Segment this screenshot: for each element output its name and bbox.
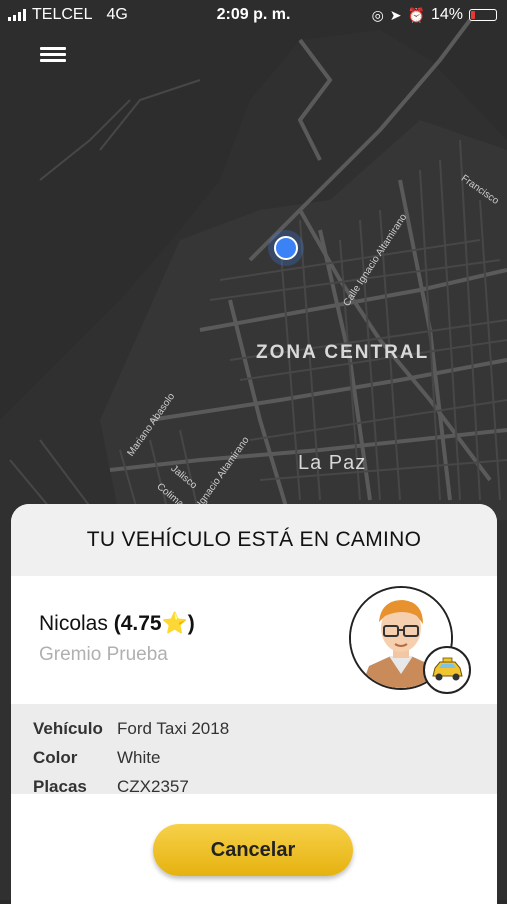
cancel-button[interactable]: Cancelar [153, 824, 353, 876]
status-bar: TELCEL 4G 2:09 p. m. ◎ ➤ ⏰ 14% [0, 0, 507, 30]
plates-value: CZX2357 [117, 776, 189, 796]
vehicle-details: Vehículo Ford Taxi 2018 Color White Plac… [11, 704, 497, 796]
color-row: Color White [33, 743, 497, 772]
hamburger-menu-icon[interactable] [40, 44, 70, 68]
driver-organization: Gremio Prueba [39, 644, 168, 665]
map-label-zone: ZONA CENTRAL [256, 342, 430, 363]
sheet-title: TU VEHÍCULO ESTÁ EN CAMINO [11, 504, 497, 576]
taxi-icon [423, 646, 471, 694]
battery-percent: 14% [430, 6, 463, 23]
color-label: Color [33, 747, 78, 767]
plates-label: Placas [33, 776, 87, 796]
screen-lock-icon: ◎ [371, 6, 384, 23]
vehicle-value: Ford Taxi 2018 [117, 718, 230, 738]
driver-name-line: Nicolas (4.75⭐) [39, 612, 195, 636]
trip-status-sheet: TU VEHÍCULO ESTÁ EN CAMINO Nicolas (4.75… [11, 504, 497, 904]
current-location-icon [274, 236, 298, 260]
color-value: White [117, 747, 161, 767]
alarm-icon: ⏰ [407, 6, 425, 23]
battery-icon [469, 9, 497, 21]
map-label-city: La Paz [298, 452, 367, 474]
vehicle-row: Vehículo Ford Taxi 2018 [33, 714, 497, 743]
location-arrow-icon: ➤ [389, 6, 402, 23]
driver-rating: (4.75⭐) [113, 612, 195, 635]
status-right: ◎ ➤ ⏰ 14% [372, 6, 497, 24]
driver-name: Nicolas [39, 612, 108, 635]
plates-row: Placas CZX2357 [33, 772, 497, 801]
vehicle-label: Vehículo [33, 718, 103, 738]
driver-info: Nicolas (4.75⭐) Gremio Prueba [11, 576, 497, 704]
